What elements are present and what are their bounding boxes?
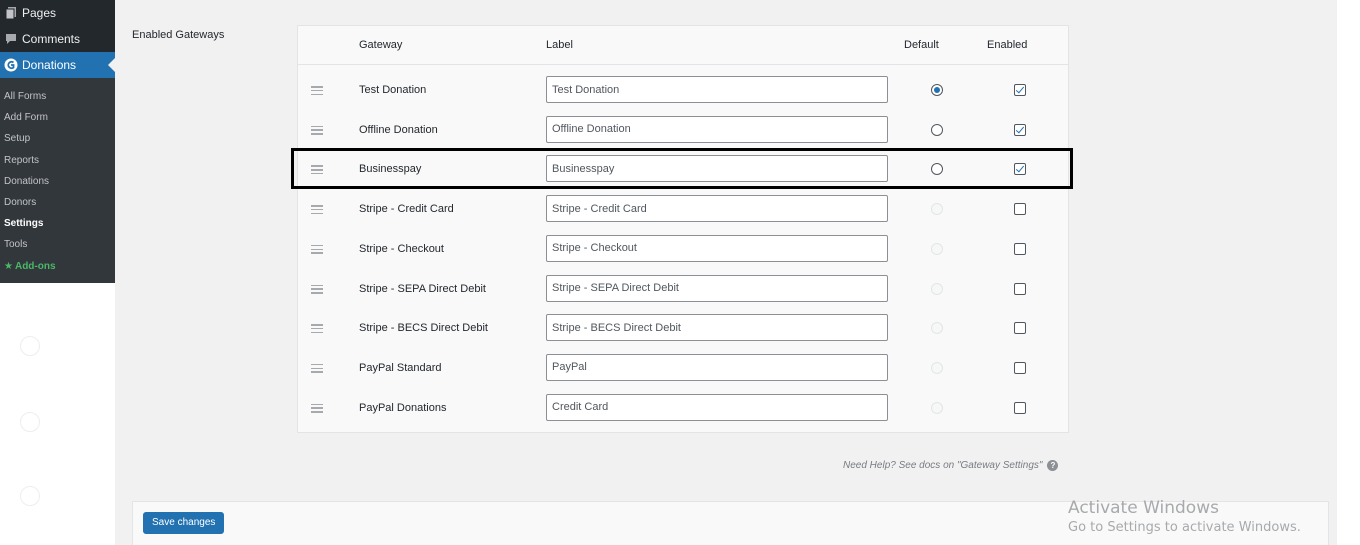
submenu-item-reports[interactable]: Reports bbox=[0, 150, 115, 171]
default-gateway-radio[interactable] bbox=[931, 401, 943, 414]
drag-handle-icon[interactable] bbox=[311, 284, 323, 294]
highlight-box bbox=[291, 148, 1073, 189]
settings-content: Enabled Gateways Gateway Label Default E… bbox=[115, 0, 1337, 545]
loading-circle-icon bbox=[20, 336, 40, 356]
default-gateway-radio[interactable] bbox=[931, 322, 943, 335]
windows-activation-watermark: Activate Windows Go to Settings to activ… bbox=[1068, 498, 1301, 535]
save-changes-button[interactable]: Save changes bbox=[143, 512, 225, 534]
submenu-item-settings[interactable]: Settings bbox=[0, 213, 115, 234]
gateway-name: Stripe - SEPA Direct Debit bbox=[359, 282, 486, 295]
gateway-label-input[interactable] bbox=[546, 234, 888, 262]
drag-handle-icon[interactable] bbox=[311, 363, 323, 373]
drag-handle-icon[interactable] bbox=[311, 205, 323, 215]
column-header-label: Label bbox=[546, 39, 573, 51]
watermark-subtitle: Go to Settings to activate Windows. bbox=[1068, 520, 1301, 535]
menu-item-label: Comments bbox=[22, 32, 81, 46]
page-edge bbox=[1337, 0, 1360, 545]
section-label: Enabled Gateways bbox=[132, 29, 225, 41]
default-gateway-radio[interactable] bbox=[931, 123, 943, 136]
menu-item-donations[interactable]: Donations bbox=[0, 52, 115, 78]
column-header-gateway: Gateway bbox=[359, 39, 403, 51]
submenu-item-all-forms[interactable]: All Forms bbox=[0, 86, 115, 107]
gateway-enabled-checkbox[interactable] bbox=[1014, 242, 1026, 255]
table-header: Gateway Label Default Enabled bbox=[298, 26, 1068, 65]
gateway-label-input[interactable] bbox=[546, 314, 888, 342]
gateway-row: PayPal Standard bbox=[298, 349, 1068, 389]
gateway-enabled-checkbox[interactable] bbox=[1014, 123, 1026, 136]
comments-icon bbox=[0, 33, 22, 45]
gateway-label-input[interactable] bbox=[546, 353, 888, 381]
menu-item-label: Pages bbox=[22, 6, 57, 20]
gateway-row: Stripe - Credit Card bbox=[298, 190, 1068, 230]
gateway-enabled-checkbox[interactable] bbox=[1014, 84, 1026, 96]
drag-handle-icon[interactable] bbox=[311, 86, 323, 95]
gateway-label-input[interactable] bbox=[546, 274, 888, 302]
sidebar-empty-area bbox=[0, 283, 115, 545]
gateways-table: Gateway Label Default Enabled Test Donat… bbox=[297, 25, 1069, 433]
gateway-row: Stripe - BECS Direct Debit bbox=[298, 309, 1068, 349]
donations-submenu: All Forms Add Form Setup Reports Donatio… bbox=[0, 78, 115, 283]
submenu-item-add-form[interactable]: Add Form bbox=[0, 107, 115, 128]
loading-circle-icon bbox=[20, 412, 40, 432]
column-header-enabled: Enabled bbox=[987, 39, 1028, 51]
gateway-enabled-checkbox[interactable] bbox=[1014, 361, 1026, 374]
gateway-name: PayPal Donations bbox=[359, 401, 447, 414]
gateway-label-input[interactable] bbox=[546, 76, 888, 103]
donations-icon bbox=[0, 58, 22, 72]
gateway-row: Stripe - Checkout bbox=[298, 230, 1068, 270]
help-text: Need Help? See docs on "Gateway Settings… bbox=[843, 460, 1043, 472]
pages-icon bbox=[0, 6, 22, 20]
gateway-enabled-checkbox[interactable] bbox=[1014, 401, 1026, 414]
help-link[interactable]: Need Help? See docs on "Gateway Settings… bbox=[843, 460, 1059, 472]
submenu-item-donations[interactable]: Donations bbox=[0, 171, 115, 192]
gateway-label-input[interactable] bbox=[546, 393, 888, 421]
submenu-item-label: Add-ons bbox=[14, 260, 56, 272]
gateway-label-input[interactable] bbox=[546, 115, 888, 143]
menu-item-pages[interactable]: Pages bbox=[0, 0, 115, 26]
admin-sidebar: Pages Comments Donations All Forms Add F… bbox=[0, 0, 115, 283]
gateway-enabled-checkbox[interactable] bbox=[1014, 322, 1026, 335]
menu-item-comments[interactable]: Comments bbox=[0, 26, 115, 52]
drag-handle-icon[interactable] bbox=[311, 244, 323, 254]
default-gateway-radio[interactable] bbox=[931, 361, 943, 374]
watermark-title: Activate Windows bbox=[1068, 498, 1219, 518]
gateway-enabled-checkbox[interactable] bbox=[1014, 203, 1026, 216]
gateway-name: PayPal Standard bbox=[359, 361, 442, 374]
gateway-name: Stripe - Credit Card bbox=[359, 203, 454, 216]
default-gateway-radio[interactable] bbox=[931, 203, 943, 216]
gateway-name: Stripe - BECS Direct Debit bbox=[359, 322, 488, 335]
default-gateway-radio[interactable] bbox=[931, 84, 943, 96]
drag-handle-icon[interactable] bbox=[311, 403, 323, 413]
loading-circle-icon bbox=[20, 486, 40, 506]
gateway-row: PayPal Donations bbox=[298, 389, 1068, 429]
gateway-label-input[interactable] bbox=[546, 195, 888, 223]
gateway-row: Test Donation bbox=[298, 71, 1068, 111]
submenu-item-setup[interactable]: Setup bbox=[0, 128, 115, 149]
submenu-item-add-ons[interactable]: ★ Add-ons bbox=[0, 256, 115, 277]
gateway-name: Test Donation bbox=[359, 84, 427, 96]
star-icon: ★ bbox=[4, 260, 13, 272]
gateway-row: Offline Donation bbox=[298, 111, 1068, 151]
gateway-name: Offline Donation bbox=[359, 123, 438, 136]
default-gateway-radio[interactable] bbox=[931, 242, 943, 255]
submenu-item-donors[interactable]: Donors bbox=[0, 192, 115, 213]
default-gateway-radio[interactable] bbox=[931, 282, 943, 295]
help-icon: ? bbox=[1047, 460, 1059, 471]
gateway-row: Stripe - SEPA Direct Debit bbox=[298, 270, 1068, 310]
menu-item-label: Donations bbox=[22, 58, 77, 72]
column-header-default: Default bbox=[904, 39, 939, 51]
submenu-item-tools[interactable]: Tools bbox=[0, 234, 115, 255]
gateway-enabled-checkbox[interactable] bbox=[1014, 282, 1026, 295]
gateway-name: Stripe - Checkout bbox=[359, 242, 444, 255]
drag-handle-icon[interactable] bbox=[311, 324, 323, 334]
drag-handle-icon[interactable] bbox=[311, 125, 323, 135]
